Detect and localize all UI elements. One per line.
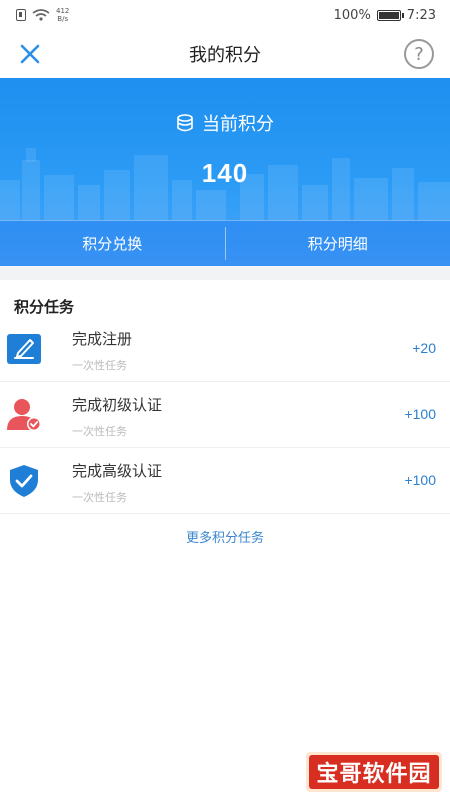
task-subtitle: 一次性任务 bbox=[72, 491, 127, 504]
help-icon[interactable]: ? bbox=[404, 39, 434, 69]
points-banner: 当前积分 140 积分兑换 积分明细 bbox=[0, 78, 450, 266]
register-edit-icon bbox=[7, 334, 41, 364]
task-text: 完成初级认证 一次性任务 bbox=[72, 394, 162, 439]
task-text: 完成注册 一次性任务 bbox=[72, 328, 132, 373]
status-left: 412 B/s bbox=[16, 7, 69, 23]
task-name: 完成注册 bbox=[72, 330, 133, 348]
sim-icon bbox=[16, 9, 26, 21]
status-right: 100% 7:23 bbox=[334, 8, 436, 23]
task-text: 完成高级认证 一次性任务 bbox=[72, 460, 162, 505]
page-title: 我的积分 bbox=[189, 45, 261, 66]
watermark-text: 宝哥软件园 bbox=[309, 755, 439, 789]
app-header: 我的积分 ? bbox=[0, 30, 450, 78]
network-speed-value: 412 bbox=[56, 7, 70, 15]
watermark-badge: 宝哥软件园 bbox=[306, 752, 442, 792]
task-reward: +20 bbox=[412, 340, 436, 356]
battery-percent: 100% bbox=[333, 7, 371, 23]
task-name: 完成高级认证 bbox=[72, 462, 163, 480]
battery-fill bbox=[378, 11, 399, 19]
points-details-button[interactable]: 积分明细 bbox=[226, 221, 450, 266]
user-verify-icon bbox=[7, 399, 41, 431]
task-row-register[interactable]: 完成注册 一次性任务 +20 bbox=[0, 316, 450, 382]
banner-actions: 积分兑换 积分明细 bbox=[0, 220, 450, 266]
task-list: 完成注册 一次性任务 +20 完成初级认证 一次性任务 +100 完成高级认证 … bbox=[0, 316, 450, 514]
battery-icon bbox=[376, 9, 404, 21]
task-reward: +100 bbox=[404, 472, 436, 488]
network-speed-unit: B/s bbox=[57, 15, 69, 23]
task-subtitle: 一次性任务 bbox=[72, 425, 127, 438]
task-row-basic-verify[interactable]: 完成初级认证 一次性任务 +100 bbox=[0, 382, 450, 448]
shield-check-icon bbox=[10, 465, 38, 497]
network-speed: 412 B/s bbox=[56, 7, 69, 23]
points-value: 140 bbox=[201, 158, 249, 188]
more-tasks-link[interactable]: 更多积分任务 bbox=[0, 527, 450, 546]
tasks-section-title: 积分任务 bbox=[14, 298, 75, 316]
section-gap bbox=[0, 266, 450, 280]
task-subtitle: 一次性任务 bbox=[72, 359, 127, 372]
task-reward: +100 bbox=[404, 406, 436, 422]
task-name: 完成初级认证 bbox=[72, 396, 163, 414]
points-label-row: 当前积分 bbox=[0, 110, 450, 136]
points-exchange-button[interactable]: 积分兑换 bbox=[0, 221, 225, 266]
close-icon[interactable] bbox=[18, 42, 42, 66]
task-row-advanced-verify[interactable]: 完成高级认证 一次性任务 +100 bbox=[0, 448, 450, 514]
coin-stack-icon bbox=[177, 114, 193, 132]
clock: 7:23 bbox=[406, 7, 436, 23]
wifi-icon bbox=[32, 9, 50, 21]
points-label: 当前积分 bbox=[202, 114, 274, 135]
status-bar: 412 B/s 100% 7:23 bbox=[0, 0, 450, 30]
